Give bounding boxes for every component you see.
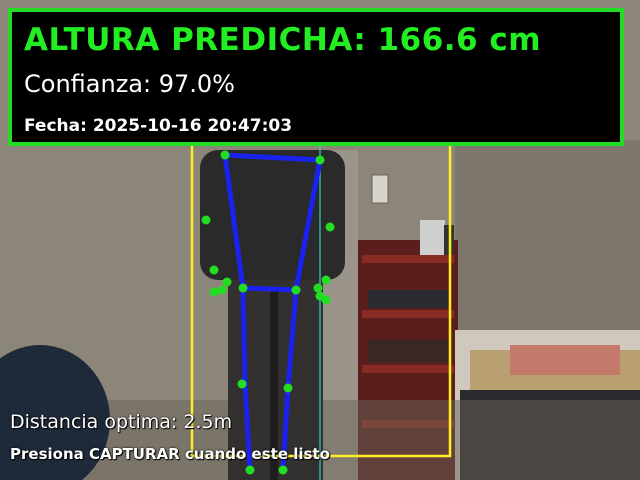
keypoint [283, 383, 293, 393]
keypoint [245, 465, 255, 475]
keypoint [201, 215, 211, 225]
wall-switch [371, 174, 389, 204]
confidence-label: Confianza: 97.0% [24, 70, 235, 98]
keypoint [209, 265, 219, 275]
keypoint [220, 150, 230, 160]
keypoint [237, 379, 247, 389]
predicted-height-title: ALTURA PREDICHA: 166.6 cm [24, 22, 542, 58]
prediction-panel: ALTURA PREDICHA: 166.6 cm Confianza: 97.… [8, 8, 624, 146]
skeleton-leg-left-upper [240, 285, 248, 387]
keypoint [222, 277, 232, 287]
keypoint [313, 283, 323, 293]
distance-hint: Distancia optima: 2.5m [10, 411, 233, 433]
keypoint [325, 222, 335, 232]
keypoint [238, 283, 248, 293]
timestamp-label: Fecha: 2025-10-16 20:47:03 [24, 116, 293, 136]
wall-right-shadow [455, 140, 640, 340]
keypoint [209, 287, 219, 297]
keypoint [278, 465, 288, 475]
keypoint [217, 285, 227, 295]
keypoint [291, 285, 301, 295]
keypoint [321, 295, 331, 305]
keypoint [321, 275, 331, 285]
skeleton-hips [240, 285, 299, 293]
keypoint [315, 155, 325, 165]
capture-instruction: Presiona CAPTURAR cuando este listo [10, 445, 330, 463]
